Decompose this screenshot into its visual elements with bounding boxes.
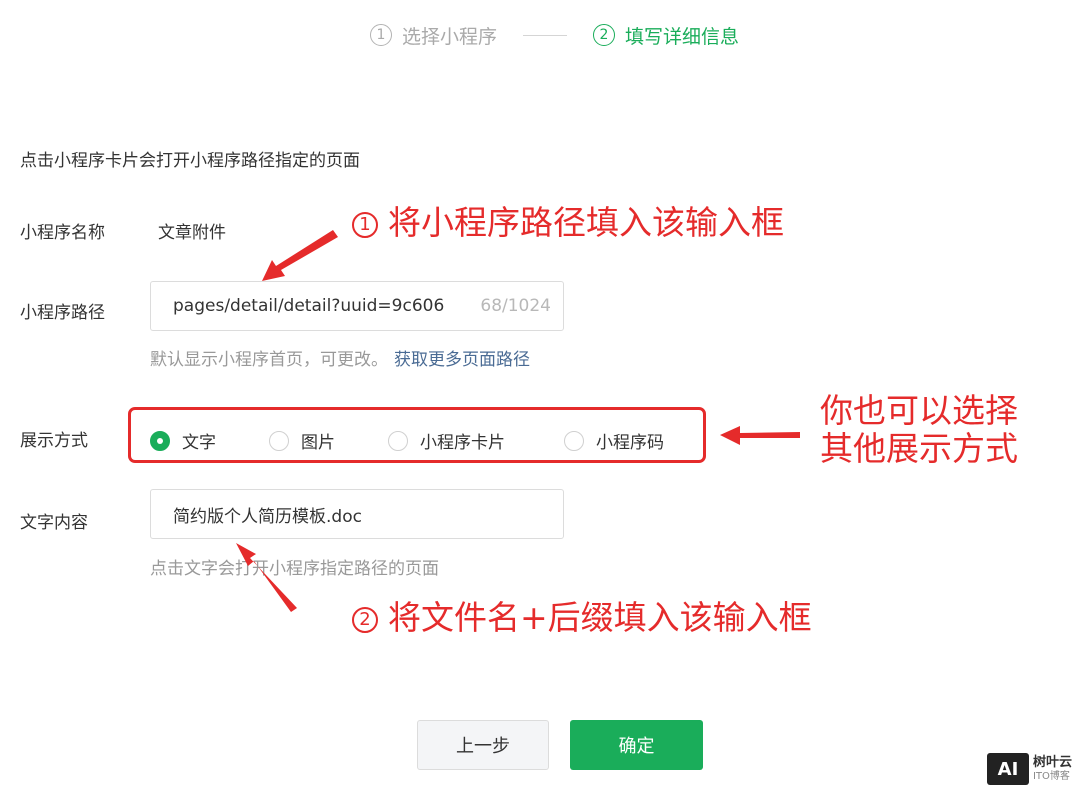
annotation-path: 1 将小程序路径填入该输入框 — [352, 196, 784, 244]
text-content-hint: 点击文字会打开小程序指定路径的页面 — [150, 559, 439, 579]
annotation-1-number: 1 — [352, 211, 378, 238]
step-2-number: 2 — [593, 24, 616, 46]
annotation-1-text: 将小程序路径填入该输入框 — [388, 203, 784, 242]
annotation-2-line-1: 你也可以选择 — [820, 391, 1018, 430]
step-2-label: 填写详细信息 — [625, 25, 740, 48]
annotation-3-text: 将文件名+后缀填入该输入框 — [388, 598, 812, 637]
mini-program-name-value: 文章附件 — [158, 223, 226, 243]
watermark-line-2: ITO博客 — [1032, 770, 1070, 782]
annotation-display-mode: 你也可以选择 其他展示方式 — [820, 392, 1018, 468]
form-description: 点击小程序卡片会打开小程序路径指定的页面 — [20, 151, 360, 171]
annotation-2-line-2: 其他展示方式 — [820, 429, 1018, 468]
watermark: AI 树叶云 ITO博客 — [986, 753, 1072, 785]
more-page-paths-link[interactable]: 获取更多页面路径 — [394, 350, 530, 370]
path-char-count: 68/1024 — [480, 296, 551, 316]
mini-program-name-label: 小程序名称 — [20, 223, 105, 243]
step-2: 2 填写详细信息 — [593, 22, 739, 49]
step-1-label: 选择小程序 — [402, 25, 498, 48]
watermark-logo-icon: AI — [986, 753, 1029, 785]
step-1-number: 1 — [370, 24, 392, 46]
path-hint: 默认显示小程序首页，可更改。 获取更多页面路径 — [150, 345, 530, 370]
annotation-filename: 2 将文件名+后缀填入该输入框 — [352, 591, 812, 639]
mini-program-path-input[interactable]: pages/detail/detail?uuid=9c606 68/1024 — [150, 281, 564, 331]
display-mode-label: 展示方式 — [20, 431, 88, 451]
confirm-button[interactable]: 确定 — [570, 720, 703, 770]
step-divider — [523, 34, 568, 36]
step-1: 1 选择小程序 — [370, 22, 497, 49]
path-hint-text: 默认显示小程序首页，可更改。 — [150, 350, 388, 370]
arrow-to-path-input — [262, 230, 338, 281]
text-content-input[interactable]: 简约版个人简历模板.doc — [150, 489, 564, 539]
text-content-label: 文字内容 — [20, 513, 88, 533]
annotation-3-number: 2 — [352, 606, 378, 633]
mini-program-path-label: 小程序路径 — [20, 303, 105, 323]
text-input-value[interactable]: 简约版个人简历模板.doc — [173, 502, 563, 527]
previous-step-button[interactable]: 上一步 — [417, 720, 549, 770]
watermark-line-1: 树叶云 — [1032, 755, 1072, 771]
step-indicator: 1 选择小程序 2 填写详细信息 — [370, 20, 739, 50]
display-mode-highlight-box — [128, 407, 706, 463]
path-input-value[interactable]: pages/detail/detail?uuid=9c606 — [173, 296, 464, 316]
arrow-to-radio-group — [720, 426, 800, 445]
watermark-text: 树叶云 ITO博客 — [1032, 755, 1072, 782]
